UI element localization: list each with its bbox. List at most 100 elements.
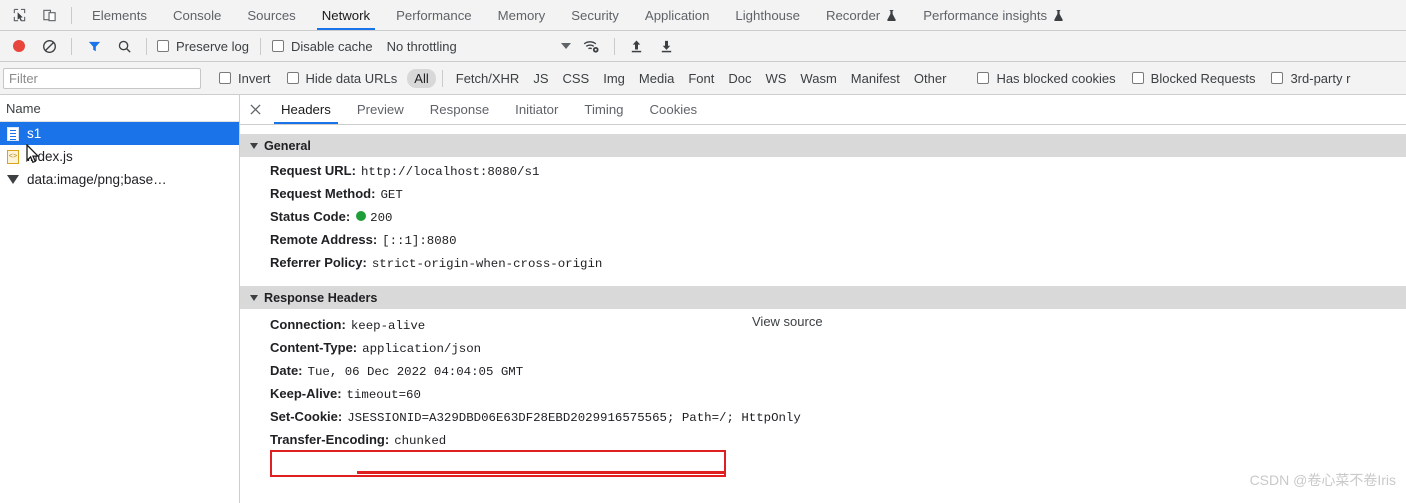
type-filter-fetch-xhr[interactable]: Fetch/XHR: [449, 69, 527, 88]
type-filter-font[interactable]: Font: [681, 69, 721, 88]
devtools-tab-console[interactable]: Console: [160, 0, 234, 30]
devtools-tab-lighthouse[interactable]: Lighthouse: [722, 0, 813, 30]
tab-label: Security: [571, 8, 619, 23]
tab-label: Console: [173, 8, 221, 23]
hide-data-urls-checkbox[interactable]: Hide data URLs: [287, 71, 398, 86]
row-key: Remote Address:: [270, 232, 377, 247]
devtools-tab-recorder[interactable]: Recorder: [813, 0, 910, 30]
preserve-log-label: Preserve log: [176, 39, 249, 54]
inspect-element-icon[interactable]: [4, 2, 34, 29]
search-icon[interactable]: [109, 33, 139, 60]
general-section-header[interactable]: General: [240, 134, 1406, 157]
row-value: Tue, 06 Dec 2022 04:04:05 GMT: [308, 365, 524, 380]
row-key: Content-Type:: [270, 340, 357, 355]
row-key: Request Method:: [270, 186, 375, 201]
devtools-tab-sources[interactable]: Sources: [234, 0, 308, 30]
devtools-tab-performance-insights[interactable]: Performance insights: [910, 0, 1077, 30]
row-key: Connection:: [270, 317, 346, 332]
tab-label: Memory: [498, 8, 546, 23]
devtools-tab-network[interactable]: Network: [309, 0, 383, 30]
experiment-flask-icon: [1053, 9, 1064, 22]
detail-tab-cookies[interactable]: Cookies: [637, 95, 711, 124]
checkbox-box: [272, 40, 284, 52]
tab-label: Initiator: [515, 102, 558, 117]
close-icon[interactable]: [242, 97, 268, 123]
preserve-log-checkbox[interactable]: Preserve log: [157, 39, 249, 54]
record-dot-icon[interactable]: [4, 33, 34, 60]
blocked-requests-checkbox[interactable]: Blocked Requests: [1132, 71, 1256, 86]
tab-label: Headers: [281, 102, 331, 117]
upload-arrow-icon[interactable]: [622, 33, 652, 60]
type-filter-all[interactable]: All: [407, 69, 435, 88]
row-value: JSESSIONID=A329DBD06E63DF28EBD2029916575…: [347, 411, 801, 426]
section-title: General: [264, 139, 311, 153]
tab-label: Preview: [357, 102, 404, 117]
checkbox-box: [157, 40, 169, 52]
chip-label: WS: [765, 71, 786, 86]
response-header-content-type: Content-Type: application/json: [240, 334, 1406, 357]
view-source-link[interactable]: View source: [752, 314, 823, 329]
chip-label: Doc: [728, 71, 751, 86]
filter-input[interactable]: [3, 68, 201, 89]
type-filter-doc[interactable]: Doc: [721, 69, 758, 88]
devtools-tab-application[interactable]: Application: [632, 0, 723, 30]
checkbox-box: [1271, 72, 1283, 84]
row-key: Keep-Alive:: [270, 386, 342, 401]
chevron-down-icon: [561, 43, 571, 49]
triangle-expanded-icon: [250, 143, 258, 149]
has-blocked-cookies-checkbox[interactable]: Has blocked cookies: [977, 71, 1115, 86]
request-row-s1[interactable]: s1: [0, 122, 239, 145]
devtools-tab-elements[interactable]: Elements: [79, 0, 160, 30]
detail-tab-initiator[interactable]: Initiator: [502, 95, 571, 124]
tab-label: Performance: [396, 8, 472, 23]
network-toolbar: Preserve log Disable cache No throttling: [0, 31, 1406, 62]
device-toolbar-icon[interactable]: [34, 2, 64, 29]
checkbox-box: [977, 72, 989, 84]
triangle-expanded-icon: [250, 295, 258, 301]
row-key: Date:: [270, 363, 303, 378]
request-detail-tabs: Headers Preview Response Initiator Timin…: [240, 95, 1406, 125]
third-party-requests-checkbox[interactable]: 3rd-party r: [1271, 71, 1350, 86]
response-headers-section-header[interactable]: Response Headers: [240, 286, 1406, 309]
throttling-dropdown[interactable]: No throttling: [387, 39, 577, 54]
funnel-icon[interactable]: [79, 33, 109, 60]
type-filter-js[interactable]: JS: [526, 69, 555, 88]
type-filter-css[interactable]: CSS: [556, 69, 597, 88]
row-value: timeout=60: [347, 388, 421, 403]
detail-tab-preview[interactable]: Preview: [344, 95, 417, 124]
devtools-tab-memory[interactable]: Memory: [485, 0, 559, 30]
type-filter-manifest[interactable]: Manifest: [844, 69, 907, 88]
download-arrow-icon[interactable]: [652, 33, 682, 60]
request-row-data-image[interactable]: data:image/png;base…: [0, 168, 239, 191]
wifi-settings-icon[interactable]: [577, 33, 607, 60]
detail-tab-response[interactable]: Response: [417, 95, 502, 124]
devtools-tab-performance[interactable]: Performance: [383, 0, 485, 30]
clear-icon[interactable]: [34, 33, 64, 60]
section-title: Response Headers: [264, 291, 377, 305]
disable-cache-checkbox[interactable]: Disable cache: [272, 39, 373, 54]
general-row-status-code: Status Code: 200: [240, 203, 1406, 226]
experiment-flask-icon: [886, 9, 897, 22]
checkbox-box: [219, 72, 231, 84]
type-filter-wasm[interactable]: Wasm: [793, 69, 843, 88]
tab-label: Sources: [247, 8, 295, 23]
devtools-tab-security[interactable]: Security: [558, 0, 632, 30]
request-row-index-js[interactable]: <> index.js: [0, 145, 239, 168]
response-header-keep-alive: Keep-Alive: timeout=60: [240, 380, 1406, 403]
response-header-set-cookie: Set-Cookie: JSESSIONID=A329DBD06E63DF28E…: [240, 403, 1406, 426]
row-key: Set-Cookie:: [270, 409, 342, 424]
type-filter-img[interactable]: Img: [596, 69, 632, 88]
invert-checkbox[interactable]: Invert: [219, 71, 271, 86]
type-filter-ws[interactable]: WS: [758, 69, 793, 88]
document-icon: [6, 126, 20, 141]
detail-tab-headers[interactable]: Headers: [268, 95, 344, 124]
type-filter-other[interactable]: Other: [907, 69, 954, 88]
row-value: [::1]:8080: [382, 234, 456, 249]
type-filter-media[interactable]: Media: [632, 69, 681, 88]
tab-label: Lighthouse: [735, 8, 800, 23]
chip-label: Font: [688, 71, 714, 86]
row-value: keep-alive: [351, 319, 425, 334]
chip-label: All: [414, 71, 428, 86]
tab-label: Response: [430, 102, 489, 117]
detail-tab-timing[interactable]: Timing: [571, 95, 636, 124]
